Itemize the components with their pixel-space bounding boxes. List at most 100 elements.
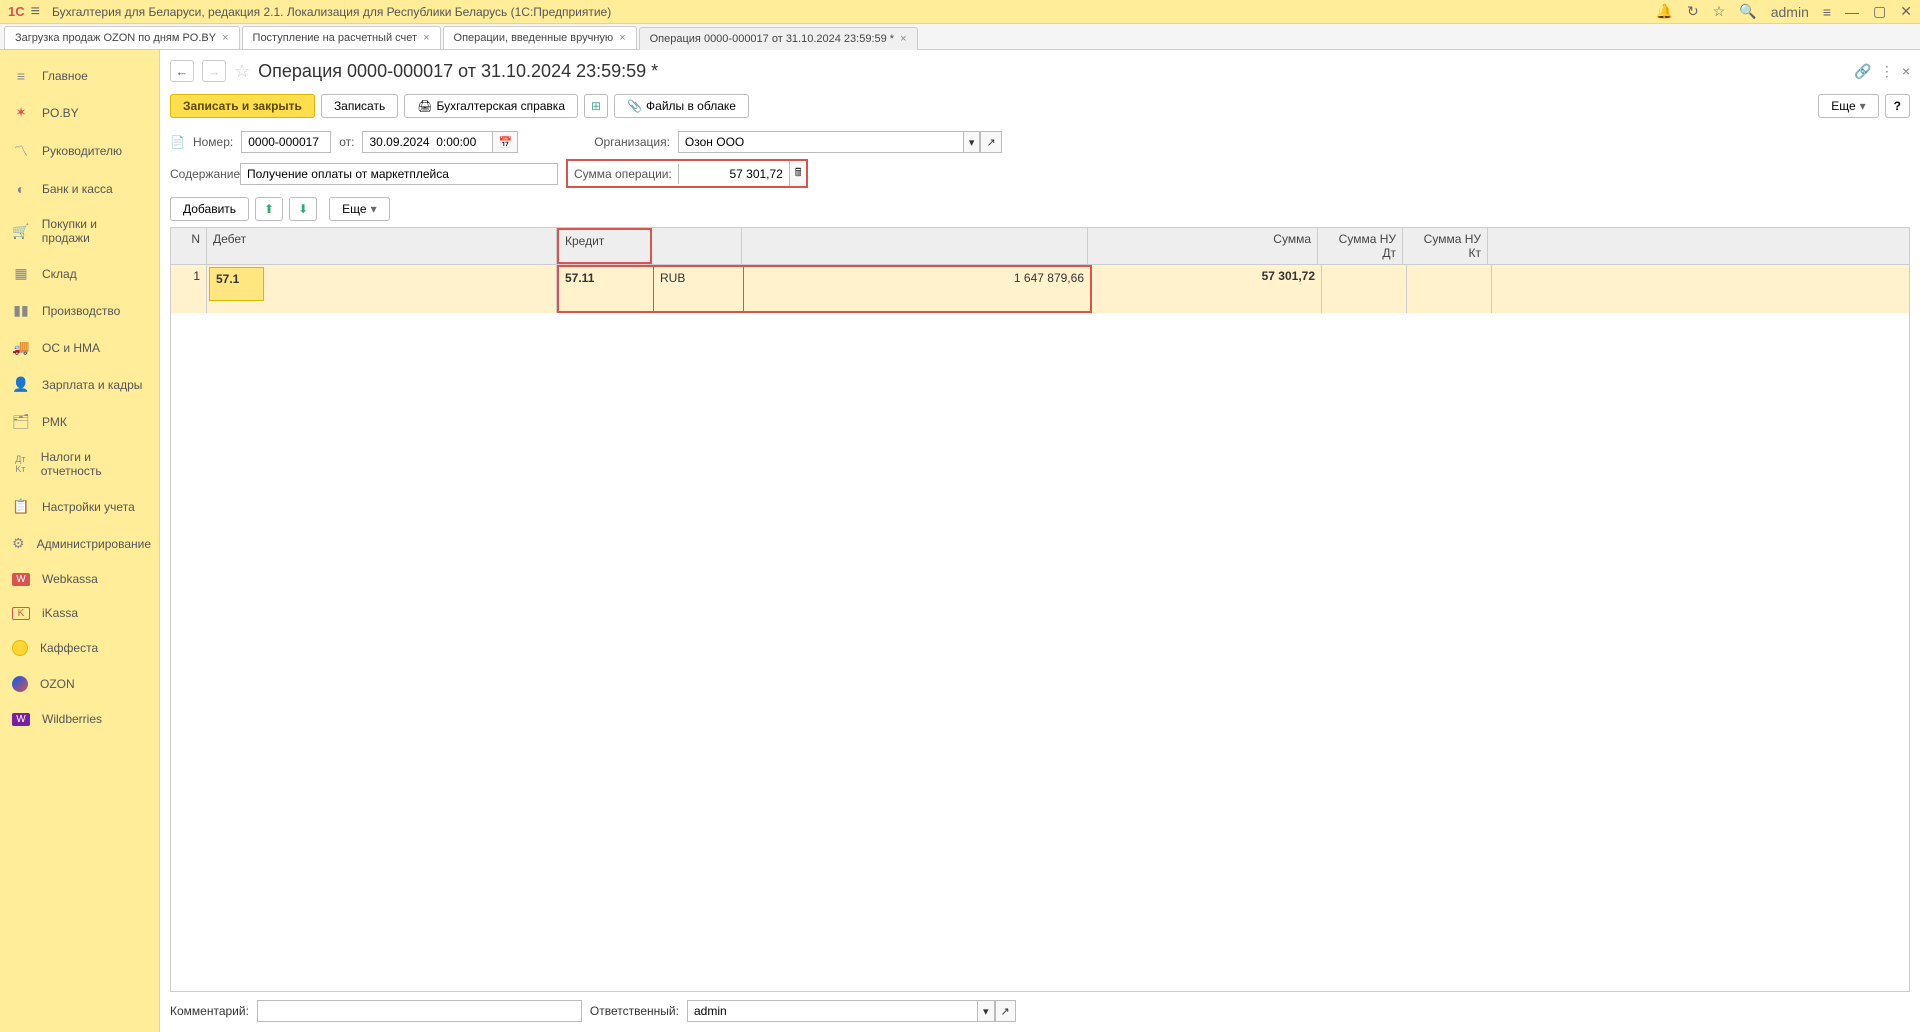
th-nu-dt[interactable]: Сумма НУ Дт — [1318, 228, 1403, 264]
move-down-button[interactable]: ⬇ — [289, 197, 317, 221]
kebab-icon[interactable]: ⋮ — [1880, 63, 1894, 80]
user-label[interactable]: admin — [1771, 4, 1809, 20]
tree-button[interactable]: ⊞ — [584, 94, 608, 118]
star-icon[interactable]: ☆ — [1713, 3, 1726, 20]
tab-3[interactable]: Операция 0000-000017 от 31.10.2024 23:59… — [639, 27, 918, 50]
nav-forward-button[interactable]: → — [202, 60, 226, 82]
responsible-input[interactable] — [687, 1000, 977, 1022]
add-row-button[interactable]: Добавить — [170, 197, 249, 221]
sidebar-item-taxes[interactable]: ДтKтНалоги и отчетность — [0, 440, 159, 488]
maximize-icon[interactable]: ▢ — [1873, 3, 1886, 20]
sidebar-item-main[interactable]: ≡Главное — [0, 58, 159, 94]
files-button[interactable]: 📎Файлы в облаке — [614, 94, 749, 118]
th-cur-amount[interactable] — [742, 228, 1088, 264]
help-button[interactable]: ? — [1885, 94, 1910, 118]
tab-label: Операция 0000-000017 от 31.10.2024 23:59… — [650, 33, 894, 45]
th-n[interactable]: N — [171, 228, 207, 264]
tab-label: Операции, введенные вручную — [454, 32, 614, 44]
desc-input[interactable] — [240, 163, 558, 185]
sidebar-item-production[interactable]: ▮▮Производство — [0, 292, 159, 329]
sidebar-item-settings[interactable]: 📋 Настройки учета — [0, 488, 159, 525]
tab-0[interactable]: Загрузка продаж OZON по дням PO.BY × — [4, 26, 240, 49]
sidebar-item-admin[interactable]: ⚙ Администрирование — [0, 525, 159, 562]
sidebar-item-ozon[interactable]: OZON — [0, 666, 159, 702]
minimize-icon[interactable]: — — [1845, 4, 1859, 20]
save-button[interactable]: Записать — [321, 94, 398, 118]
table-more-button[interactable]: Еще — [329, 197, 389, 221]
doc-type-icon[interactable]: 📄 — [170, 135, 185, 149]
entries-table: N Дебет Кредит Сумма Сумма НУ Дт Сумма Н… — [170, 227, 1910, 992]
cell-nu-kt[interactable] — [1407, 265, 1492, 313]
menu-icon[interactable]: ≡ — [31, 3, 40, 21]
sum-input[interactable] — [679, 164, 789, 184]
kaffesta-icon — [12, 640, 28, 656]
sidebar-item-webkassa[interactable]: WWebkassa — [0, 562, 159, 596]
sidebar-item-assets[interactable]: 🚚ОС и НМА — [0, 329, 159, 366]
cell-debit[interactable]: 57.1 — [207, 265, 557, 313]
th-credit[interactable]: Кредит — [557, 228, 652, 264]
th-sum[interactable]: Сумма — [1088, 228, 1318, 264]
page-title: Операция 0000-000017 от 31.10.2024 23:59… — [258, 61, 1846, 82]
cell-currency[interactable]: RUB — [654, 267, 744, 311]
sidebar-item-poby[interactable]: ✶PO.BY — [0, 94, 159, 131]
save-close-button[interactable]: Записать и закрыть — [170, 94, 315, 118]
sidebar-item-kaffesta[interactable]: Каффеста — [0, 630, 159, 666]
cell-credit[interactable]: 57.11 — [559, 267, 654, 311]
close-page-icon[interactable]: × — [1902, 63, 1910, 80]
open-org-icon[interactable]: ↗ — [980, 131, 1001, 153]
sidebar-label: PO.BY — [42, 106, 79, 120]
search-icon[interactable]: 🔍 — [1739, 3, 1756, 20]
sidebar-item-warehouse[interactable]: ▦Склад — [0, 255, 159, 292]
sidebar-item-sales[interactable]: 🛒Покупки и продажи — [0, 207, 159, 255]
gear-icon: ⚙ — [12, 535, 25, 552]
tab-2[interactable]: Операции, введенные вручную × — [443, 26, 637, 49]
move-up-button[interactable]: ⬆ — [255, 197, 283, 221]
number-input[interactable] — [241, 131, 331, 153]
dropdown-icon[interactable]: ▾ — [977, 1000, 995, 1022]
person-icon: 👤 — [12, 376, 30, 393]
cell-sum[interactable]: 57 301,72 — [1092, 265, 1322, 313]
sidebar-item-bank[interactable]: ◐Банк и касса — [0, 171, 159, 207]
close-icon[interactable]: × — [423, 32, 429, 44]
sidebar-item-ikassa[interactable]: KiKassa — [0, 596, 159, 630]
date-label: от: — [339, 135, 354, 149]
open-responsible-icon[interactable]: ↗ — [995, 1000, 1016, 1022]
sidebar-item-rmk[interactable]: 🗂РМК — [0, 403, 159, 440]
table-row[interactable]: 1 57.1 57.11 RUB 1 647 879,66 57 301,72 — [171, 265, 1909, 313]
settings-icon[interactable]: ≡ — [1823, 4, 1831, 20]
cell-cur-amount[interactable]: 1 647 879,66 — [744, 267, 1090, 311]
clipboard-icon: 📋 — [12, 498, 30, 515]
history-icon[interactable]: ↻ — [1687, 3, 1699, 20]
org-input[interactable] — [678, 131, 963, 153]
th-debit[interactable]: Дебет — [207, 228, 557, 264]
sidebar-item-hr[interactable]: 👤Зарплата и кадры — [0, 366, 159, 403]
close-window-icon[interactable]: ✕ — [1900, 3, 1912, 20]
favorite-star-icon[interactable]: ☆ — [234, 61, 250, 82]
link-icon[interactable]: 🔗 — [1854, 63, 1871, 80]
sidebar: ≡Главное ✶PO.BY 〽Руководителю ◐Банк и ка… — [0, 50, 160, 1032]
date-input[interactable] — [362, 131, 492, 153]
desc-label: Содержание: — [170, 167, 232, 181]
th-nu-kt[interactable]: Сумма НУ Кт — [1403, 228, 1488, 264]
tab-1[interactable]: Поступление на расчетный счет × — [242, 26, 441, 49]
account-reference-button[interactable]: 🖨Бухгалтерская справка — [404, 94, 578, 118]
form-row-1: 📄 Номер: от: 📅 Организация: ▾ ↗ — [170, 128, 1910, 156]
nav-back-button[interactable]: ← — [170, 60, 194, 82]
sidebar-label: Администрирование — [37, 537, 151, 551]
th-currency[interactable] — [652, 228, 742, 264]
calculator-icon[interactable]: 🖩 — [789, 161, 807, 186]
close-icon[interactable]: × — [619, 32, 625, 44]
sidebar-item-manager[interactable]: 〽Руководителю — [0, 131, 159, 171]
calendar-icon[interactable]: 📅 — [492, 131, 518, 153]
close-icon[interactable]: × — [900, 33, 906, 45]
more-button[interactable]: Еще — [1818, 94, 1878, 118]
bell-icon[interactable]: 🔔 — [1656, 3, 1673, 20]
cell-nu-dt[interactable] — [1322, 265, 1407, 313]
sidebar-item-wildberries[interactable]: WWildberries — [0, 702, 159, 736]
dropdown-icon[interactable]: ▾ — [963, 131, 981, 153]
cell-n[interactable]: 1 — [171, 265, 207, 313]
close-icon[interactable]: × — [222, 32, 228, 44]
comment-input[interactable] — [257, 1000, 582, 1022]
page-header: ← → ☆ Операция 0000-000017 от 31.10.2024… — [170, 56, 1910, 90]
sidebar-label: Настройки учета — [42, 500, 135, 514]
